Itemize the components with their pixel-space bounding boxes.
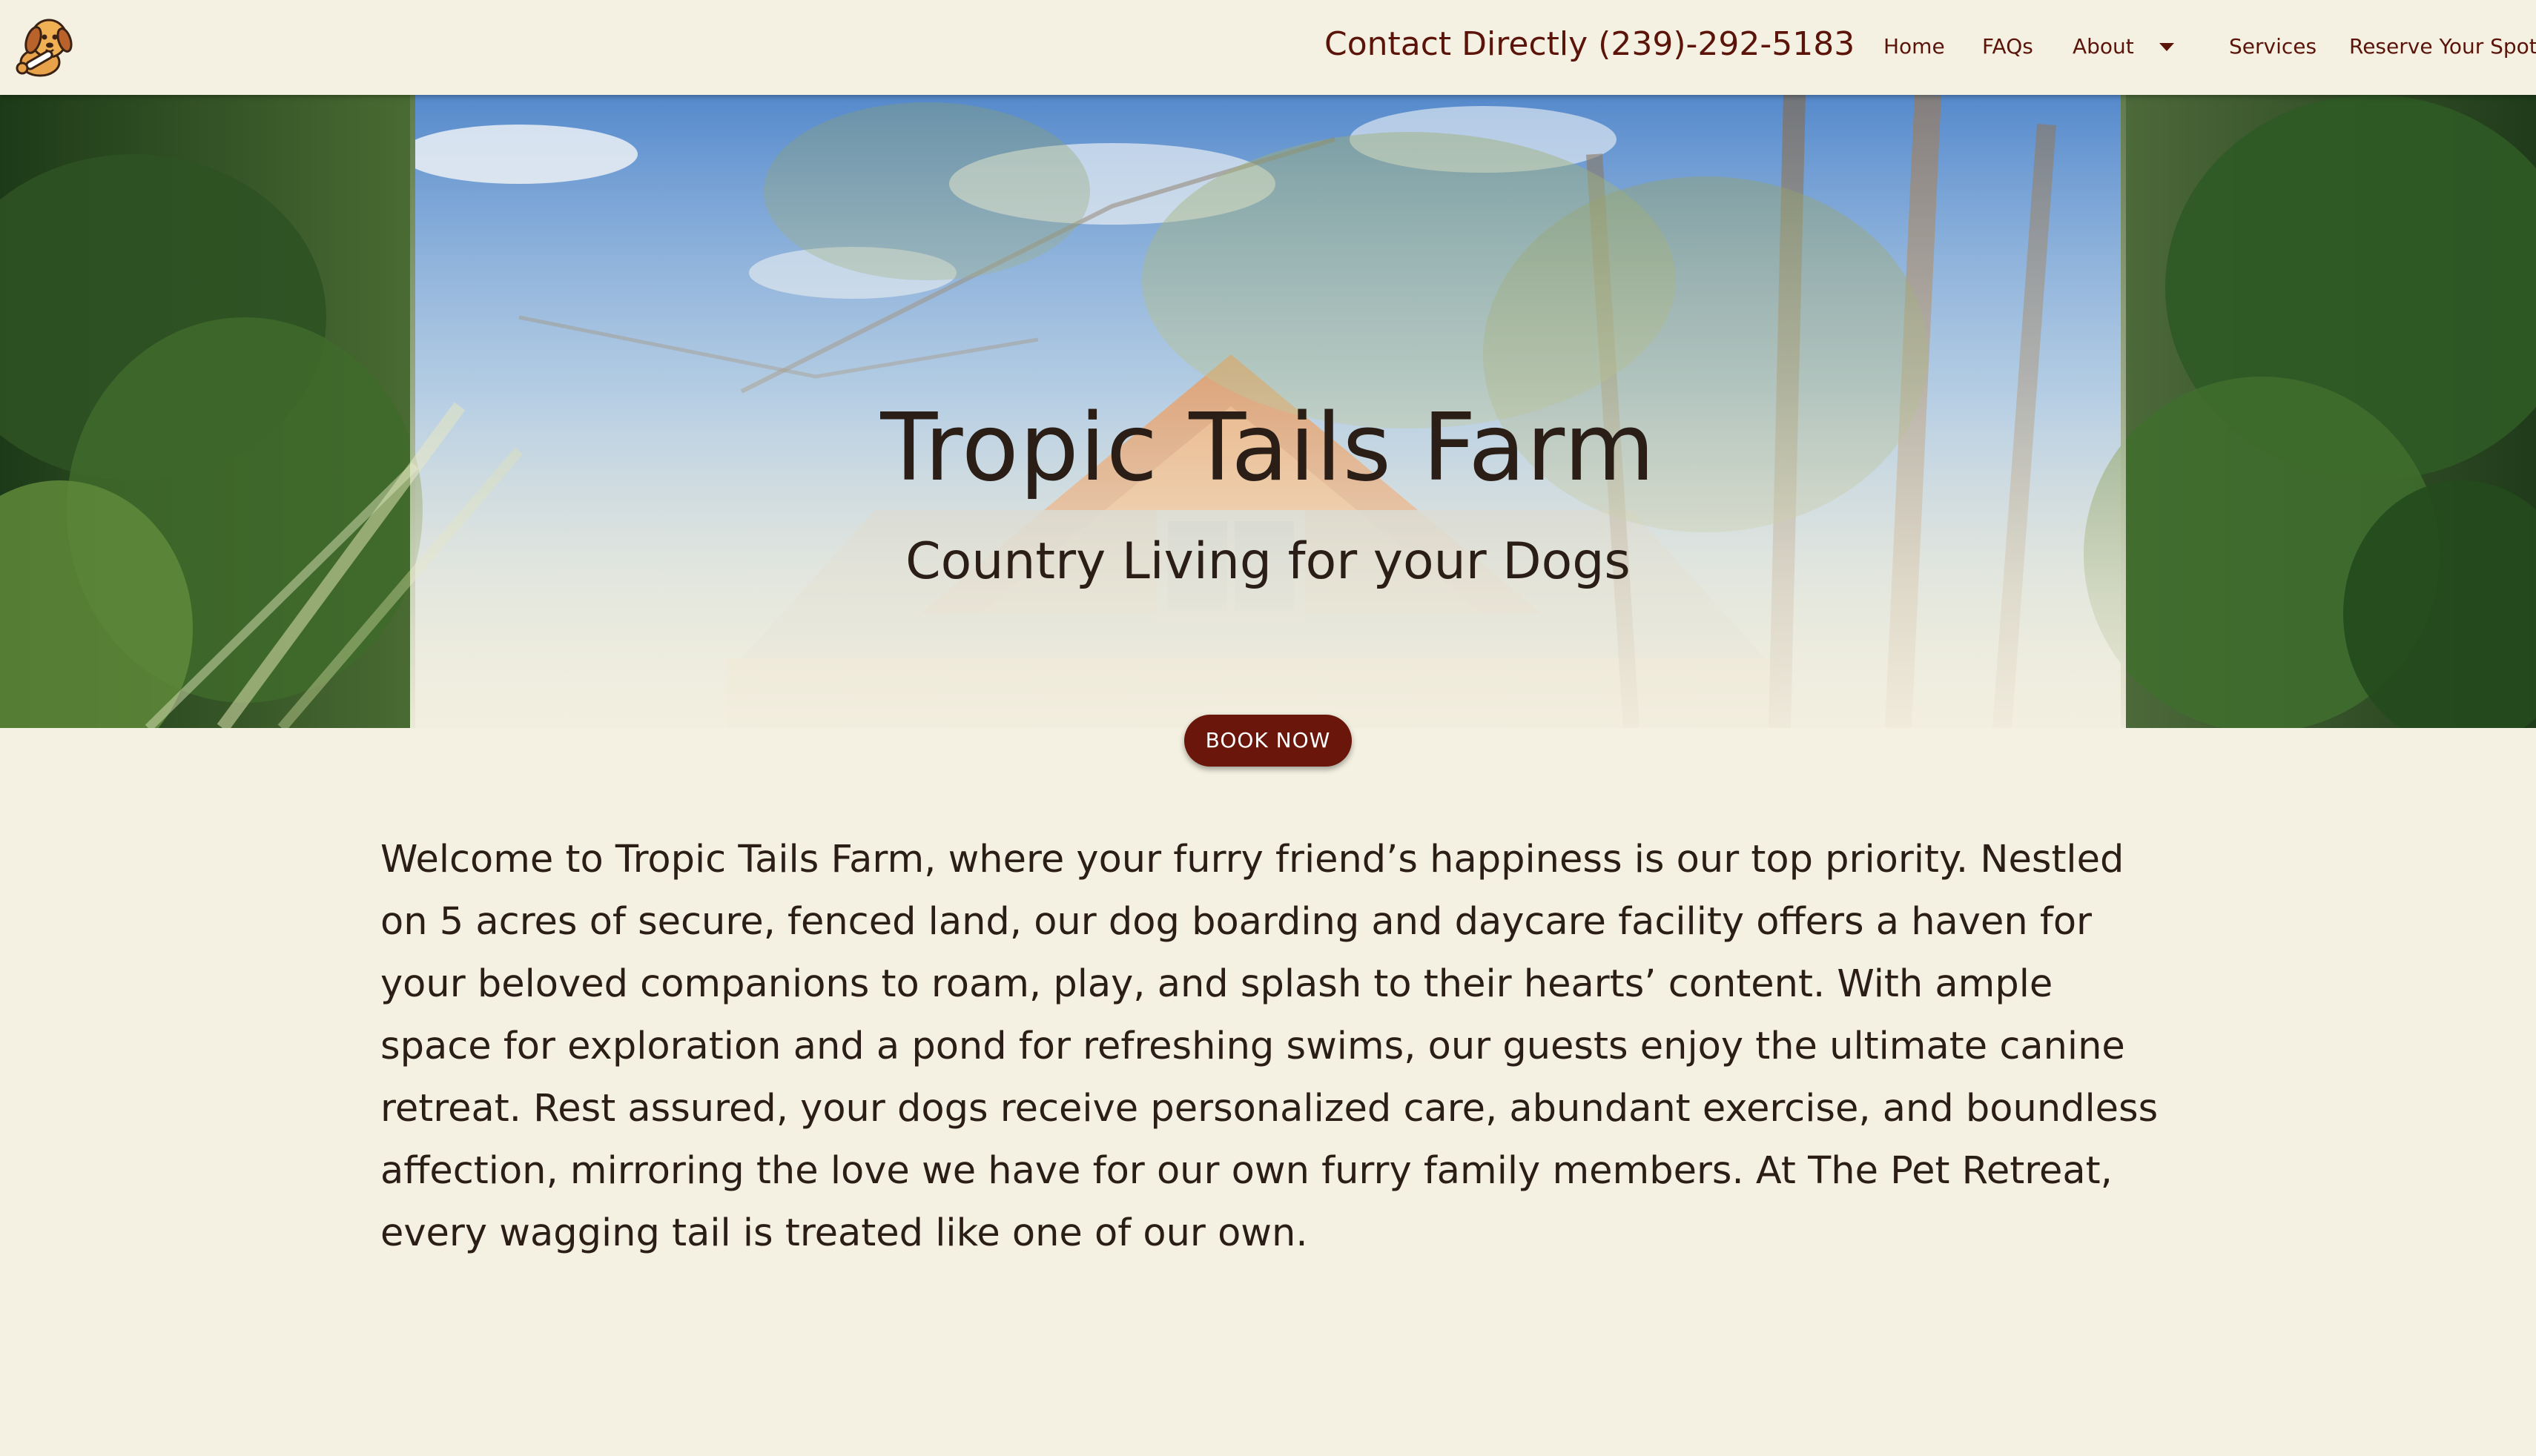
nav-home[interactable]: Home (1883, 34, 1945, 59)
nav-reserve-your-spot[interactable]: Reserve Your Spot (2349, 34, 2536, 59)
hero-banner: Tropic Tails Farm Country Living for you… (0, 95, 2536, 728)
hero-subtitle: Country Living for your Dogs (905, 532, 1631, 591)
dog-logo-icon[interactable] (9, 10, 77, 79)
contact-phone-link[interactable]: Contact Directly (239)-292-5183 (1324, 25, 1855, 63)
nav-about[interactable]: About (2073, 34, 2134, 59)
welcome-paragraph: Welcome to Tropic Tails Farm, where your… (380, 838, 2159, 1255)
site-header: Contact Directly (239)-292-5183 Home FAQ… (0, 0, 2536, 95)
caret-down-icon[interactable] (2159, 43, 2174, 51)
nav-faqs[interactable]: FAQs (1982, 34, 2033, 59)
book-now-button[interactable]: BOOK NOW (1184, 715, 1352, 767)
hero-title: Tropic Tails Farm (880, 393, 1656, 502)
nav-services[interactable]: Services (2229, 34, 2317, 59)
